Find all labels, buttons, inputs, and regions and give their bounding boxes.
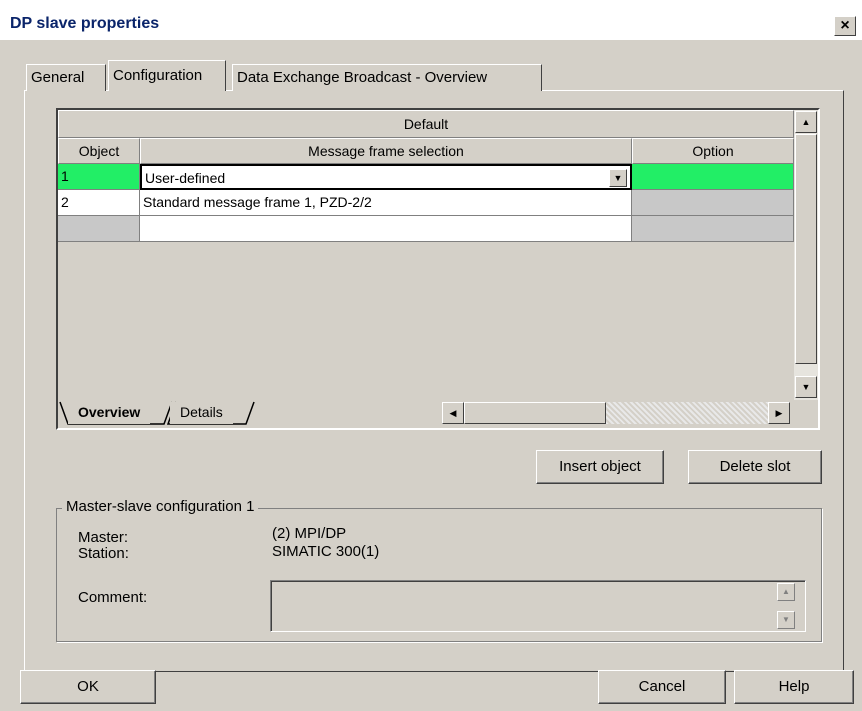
bottom-tab-overview[interactable]: Overview — [68, 402, 151, 424]
vertical-scroll-thumb[interactable] — [795, 134, 817, 364]
title-bar: DP slave properties × — [0, 0, 862, 40]
message-frame-grid: Default Object Message frame selection O… — [56, 108, 820, 430]
ok-button[interactable]: OK — [20, 670, 156, 704]
comment-scroll-down-icon[interactable]: ▼ — [777, 611, 795, 629]
row-2-object[interactable]: 2 — [58, 190, 140, 216]
window-title: DP slave properties — [10, 15, 160, 32]
row-3-option[interactable] — [632, 216, 794, 242]
horizontal-scrollbar[interactable]: ◀ ▶ — [442, 402, 790, 424]
comment-field[interactable]: ▲ ▼ — [270, 580, 806, 632]
help-button[interactable]: Help — [734, 670, 854, 704]
close-icon[interactable]: × — [834, 16, 856, 36]
row-1-object[interactable]: 1 — [58, 164, 140, 190]
row-1-selection-value: User-defined — [145, 170, 226, 186]
horizontal-scroll-thumb[interactable] — [464, 402, 606, 424]
row-3-object[interactable] — [58, 216, 140, 242]
station-value: SIMATIC 300(1) — [272, 543, 380, 560]
insert-object-button[interactable]: Insert object — [536, 450, 664, 484]
master-label: Master: — [78, 529, 129, 546]
group-header-default: Default — [58, 110, 794, 138]
row-1-option[interactable] — [632, 164, 794, 190]
tab-configuration[interactable]: Configuration — [108, 60, 226, 91]
dropdown-arrow-icon[interactable]: ▼ — [609, 169, 627, 187]
row-2-selection[interactable]: Standard message frame 1, PZD-2/2 — [140, 190, 632, 216]
grid-area: Default Object Message frame selection O… — [58, 110, 794, 400]
group-title: Master-slave configuration 1 — [62, 497, 259, 517]
tab-general[interactable]: General — [26, 64, 106, 91]
delete-slot-button[interactable]: Delete slot — [688, 450, 822, 484]
cancel-button[interactable]: Cancel — [598, 670, 726, 704]
vertical-scrollbar[interactable]: ▲ ▼ — [794, 110, 818, 400]
scroll-right-icon[interactable]: ▶ — [768, 402, 790, 424]
column-header-object[interactable]: Object — [58, 138, 140, 164]
scroll-left-icon[interactable]: ◀ — [442, 402, 464, 424]
grid-bottom-strip: Overview Details ◀ ▶ — [58, 400, 818, 428]
row-3-selection[interactable] — [140, 216, 632, 242]
row-1-selection-dropdown[interactable]: User-defined ▼ — [140, 164, 632, 190]
comment-scroll-up-icon[interactable]: ▲ — [777, 583, 795, 601]
comment-label: Comment: — [78, 589, 148, 606]
bottom-tab-details[interactable]: Details — [170, 402, 233, 424]
scroll-up-icon[interactable]: ▲ — [795, 111, 817, 133]
row-2-option[interactable] — [632, 190, 794, 216]
master-value: (2) MPI/DP — [272, 525, 347, 542]
column-header-message-frame-selection[interactable]: Message frame selection — [140, 138, 632, 164]
station-label: Station: — [78, 545, 129, 562]
scroll-down-icon[interactable]: ▼ — [795, 376, 817, 398]
column-header-option[interactable]: Option — [632, 138, 794, 164]
dp-slave-properties-dialog: DP slave properties × General Configurat… — [0, 0, 862, 711]
tab-data-exchange-broadcast[interactable]: Data Exchange Broadcast - Overview — [232, 64, 542, 91]
